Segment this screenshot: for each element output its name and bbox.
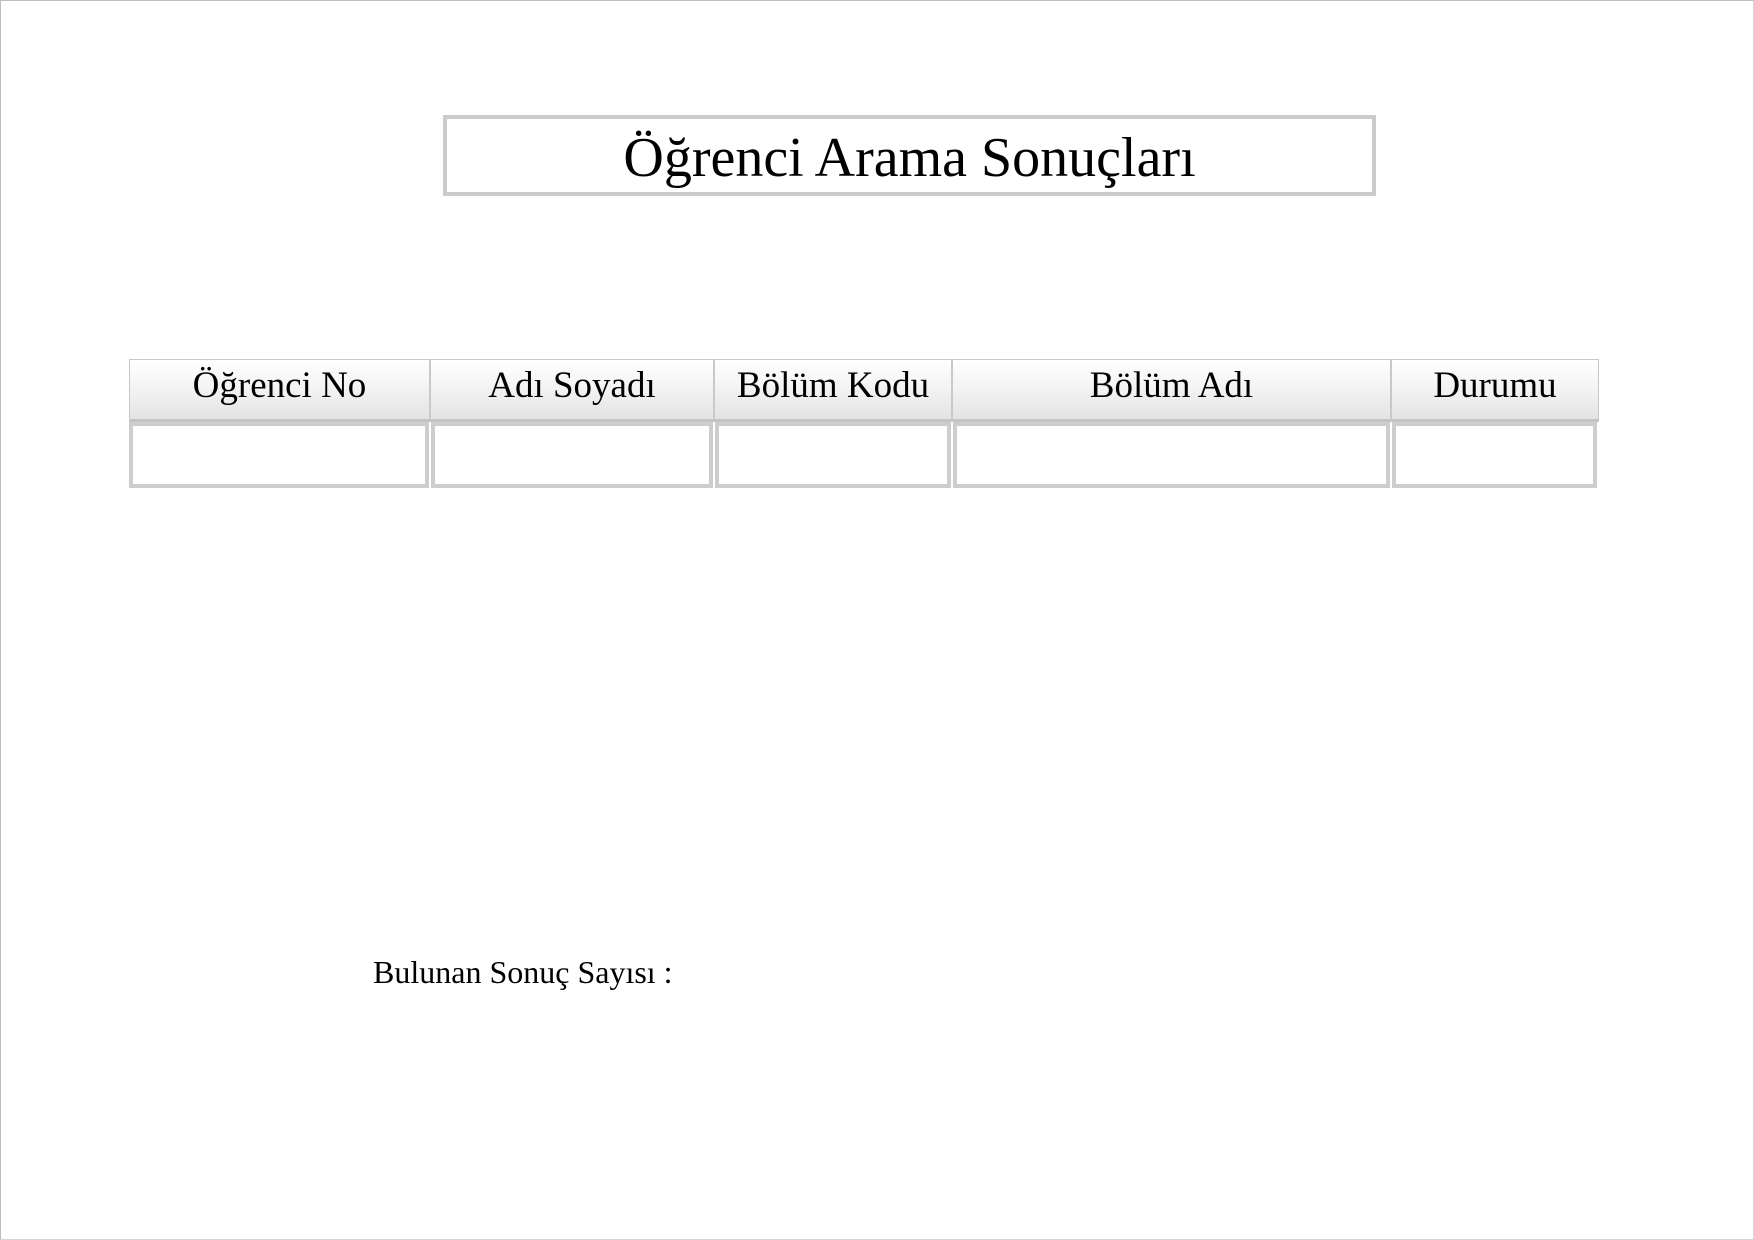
column-header-durumu: Durumu [1391, 359, 1599, 422]
table-cell-ogrenci-no[interactable] [129, 422, 429, 488]
column-header-bolum-kodu: Bölüm Kodu [714, 359, 952, 422]
column-header-bolum-adi: Bölüm Adı [952, 359, 1391, 422]
column-header-label: Durumu [1433, 365, 1557, 406]
column-header-label: Öğrenci No [192, 365, 367, 406]
table-cell-bolum-adi[interactable] [953, 422, 1390, 488]
column-header-label: Bölüm Adı [1089, 365, 1254, 406]
column-header-label: Adı Soyadı [488, 365, 656, 406]
column-header-ogrenci-no: Öğrenci No [129, 359, 430, 422]
column-header-label: Bölüm Kodu [736, 365, 930, 406]
table-cell-durumu[interactable] [1392, 422, 1597, 488]
result-count-label: Bulunan Sonuç Sayısı : [373, 954, 673, 990]
column-header-adi-soyadi: Adı Soyadı [430, 359, 714, 422]
table-cell-bolum-kodu[interactable] [715, 422, 951, 488]
page-title-box: Öğrenci Arama Sonuçları [443, 115, 1376, 196]
table-cell-adi-soyadi[interactable] [431, 422, 713, 488]
page-title: Öğrenci Arama Sonuçları [623, 126, 1196, 189]
